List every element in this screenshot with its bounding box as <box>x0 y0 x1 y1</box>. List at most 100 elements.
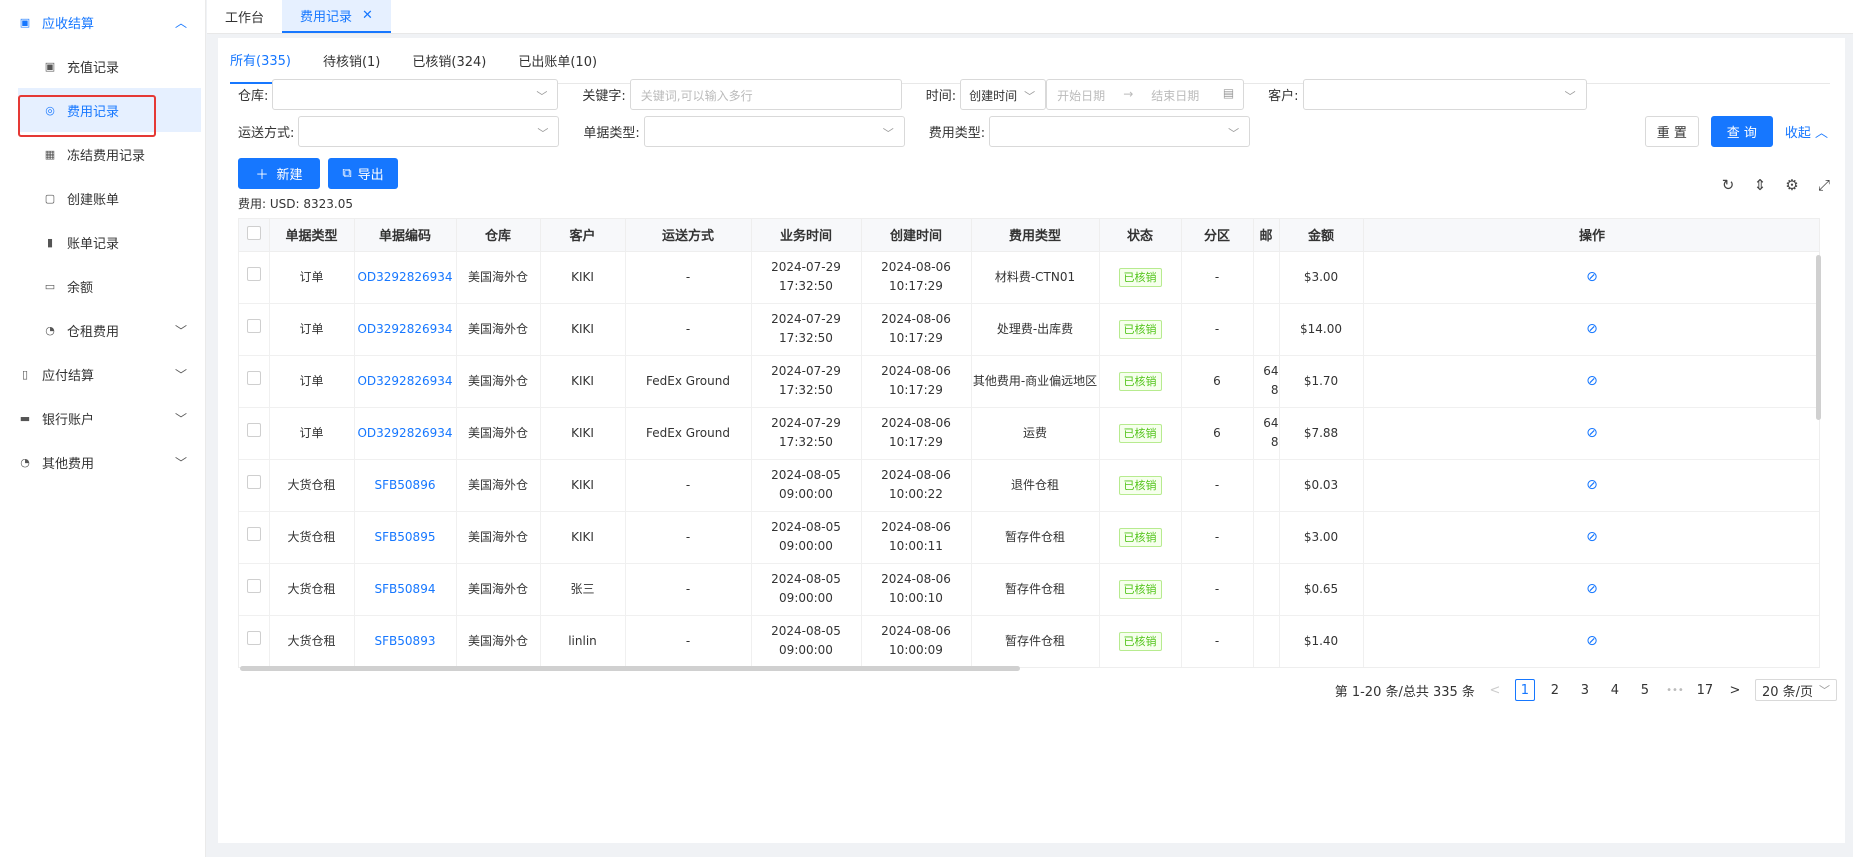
fee-summary: 费用: USD: 8323.05 <box>238 197 353 211</box>
checkbox[interactable] <box>246 225 261 240</box>
void-icon[interactable]: ⊘ <box>1586 269 1598 285</box>
date-range-picker[interactable]: 开始日期 → 结束日期 ▤ <box>1046 79 1245 110</box>
page-1-button[interactable]: 1 <box>1514 679 1535 701</box>
void-icon[interactable]: ⊘ <box>1586 321 1598 337</box>
select-all-header[interactable] <box>239 219 270 252</box>
close-icon[interactable]: ✕ <box>362 8 373 23</box>
row-select-cell[interactable] <box>239 355 270 408</box>
void-icon[interactable]: ⊘ <box>1586 425 1598 441</box>
doc-code-link[interactable]: OD3292826934 <box>354 303 457 356</box>
table-row[interactable]: 大货仓租 SFB50894 美国海外仓 张三 -2024-08-05 09:00:00 20… <box>239 563 1819 616</box>
table-row[interactable]: 订单 OD3292826934 美国海外仓 KIKI FedEx Ground 2024-… <box>239 407 1819 460</box>
void-icon[interactable]: ⊘ <box>1586 581 1598 597</box>
doc-code-link[interactable]: SFB50896 <box>354 459 457 512</box>
sidebar-group-receivable[interactable]: ▣ 应收结算 ︿ <box>0 0 205 44</box>
row-select-cell[interactable] <box>239 563 270 616</box>
fee-type-select[interactable]: ﹀ <box>989 116 1251 147</box>
checkbox[interactable] <box>246 319 261 333</box>
doc-type-select[interactable]: ﹀ <box>643 116 905 147</box>
status-badge: 已核销 <box>1118 423 1162 443</box>
start-date-input[interactable]: 开始日期 <box>1057 87 1105 103</box>
page-tabbar: 工作台 费用记录 ✕ <box>207 0 1853 34</box>
table-row[interactable]: 订单 OD3292826934 美国海外仓 KIKI -2024-07-29 17:32:… <box>239 251 1819 304</box>
export-button[interactable]: ⧉ 导出 <box>328 158 398 189</box>
sidebar-item-bill-records[interactable]: ▮ 账单记录 <box>0 220 205 264</box>
customer-select[interactable]: ﹀ <box>1302 79 1587 110</box>
row-select-cell[interactable] <box>239 251 270 304</box>
sidebar-group-bank[interactable]: ▬ 银行账户 ﹀ <box>0 396 205 440</box>
gear-icon[interactable]: ⚙ <box>1783 176 1801 194</box>
prev-page-button[interactable]: < <box>1485 679 1505 701</box>
checkbox[interactable] <box>246 527 261 541</box>
void-icon[interactable]: ⊘ <box>1586 529 1598 545</box>
page-size-select[interactable]: 20 条/页 ﹀ <box>1754 679 1837 701</box>
void-icon[interactable]: ⊘ <box>1586 477 1598 493</box>
end-date-input[interactable]: 结束日期 <box>1151 87 1199 103</box>
tab-all[interactable]: 所有(335) <box>230 38 291 84</box>
shipping-select[interactable]: ﹀ <box>298 116 560 147</box>
query-button[interactable]: 查 询 <box>1710 116 1773 147</box>
doc-code-link[interactable]: OD3292826934 <box>354 407 457 460</box>
checkbox[interactable] <box>246 371 261 385</box>
time-type-select[interactable]: 创建时间 ﹀ <box>960 79 1047 110</box>
doc-code-link[interactable]: SFB50895 <box>354 511 457 564</box>
row-select-cell[interactable] <box>239 303 270 356</box>
page-size-value: 20 条/页 <box>1761 684 1813 700</box>
checkbox[interactable] <box>246 475 261 489</box>
zip-cell <box>1253 615 1280 667</box>
sidebar-item-recharge[interactable]: ▣ 充值记录 <box>0 44 205 88</box>
tab-workbench[interactable]: 工作台 <box>207 0 282 33</box>
vertical-scrollbar[interactable] <box>1816 255 1821 420</box>
table-row[interactable]: 大货仓租 SFB50893 美国海外仓 linlin -2024-08-05 09:00:… <box>239 615 1819 667</box>
page-4-button[interactable]: 4 <box>1605 679 1625 701</box>
table-row[interactable]: 订单 OD3292826934 美国海外仓 KIKI FedEx Ground 2024-… <box>239 355 1819 408</box>
fullscreen-icon[interactable]: ⤢ <box>1815 176 1833 194</box>
sidebar-item-create-bill[interactable]: ▢ 创建账单 <box>0 176 205 220</box>
doc-code-link[interactable]: OD3292826934 <box>354 251 457 304</box>
sidebar-item-rent-fees[interactable]: ◔ 仓租费用 ﹀ <box>0 308 205 352</box>
keyword-input[interactable]: 关键词,可以输入多行 <box>629 79 902 110</box>
doc-code-link[interactable]: SFB50894 <box>354 563 457 616</box>
horizontal-scrollbar[interactable] <box>240 666 1020 671</box>
sidebar-item-balance[interactable]: ▭ 余额 <box>0 264 205 308</box>
table-row[interactable]: 大货仓租 SFB50895 美国海外仓 KIKI -2024-08-05 09:00:00… <box>239 511 1819 564</box>
table-row[interactable]: 订单 OD3292826934 美国海外仓 KIKI -2024-07-29 17:32:… <box>239 303 1819 356</box>
row-select-cell[interactable] <box>239 407 270 460</box>
checkbox[interactable] <box>246 423 261 437</box>
sidebar-item-frozen-fees[interactable]: ▦ 冻结费用记录 <box>0 132 205 176</box>
reset-button[interactable]: 重 置 <box>1644 116 1699 147</box>
customer-cell: KIKI <box>540 355 626 408</box>
page-3-button[interactable]: 3 <box>1575 679 1595 701</box>
tab-pending[interactable]: 待核销(1) <box>323 38 380 84</box>
void-icon[interactable]: ⊘ <box>1586 373 1598 389</box>
new-button[interactable]: ＋ 新建 <box>238 158 320 189</box>
void-icon[interactable]: ⊘ <box>1586 633 1598 649</box>
page-2-button[interactable]: 2 <box>1545 679 1565 701</box>
tab-billed[interactable]: 已出账单(10) <box>518 38 597 84</box>
warehouse-select[interactable]: ﹀ <box>272 79 559 110</box>
tab-fee-records[interactable]: 费用记录 ✕ <box>282 0 391 33</box>
page-5-button[interactable]: 5 <box>1635 679 1655 701</box>
checkbox[interactable] <box>246 631 261 645</box>
sidebar-group-other-fees[interactable]: ◔ 其他费用 ﹀ <box>0 440 205 484</box>
refresh-icon[interactable]: ↻ <box>1719 176 1737 194</box>
page-17-button[interactable]: 17 <box>1695 679 1715 701</box>
row-select-cell[interactable] <box>239 615 270 667</box>
doc-code-link[interactable]: SFB50893 <box>354 615 457 667</box>
create-date: 2024-08-06 <box>881 260 951 274</box>
sidebar-item-fee-records[interactable]: ◎ 费用记录 <box>18 88 201 132</box>
table-row[interactable]: 大货仓租 SFB50896 美国海外仓 KIKI -2024-08-05 09:00:00… <box>239 459 1819 512</box>
tab-verified[interactable]: 已核销(324) <box>412 38 486 84</box>
more-pages-ellipsis[interactable]: ••• <box>1665 679 1685 701</box>
checkbox[interactable] <box>246 579 261 593</box>
table-header-row: 单据类型 单据编码 仓库 客户 运送方式 业务时间 创建时间 费用类型 状态 分… <box>239 219 1819 252</box>
column-height-icon[interactable]: ⇕ <box>1751 176 1769 194</box>
doc-code-link[interactable]: OD3292826934 <box>354 355 457 408</box>
row-select-cell[interactable] <box>239 511 270 564</box>
sidebar-group-payable[interactable]: ▯ 应付结算 ﹀ <box>0 352 205 396</box>
row-select-cell[interactable] <box>239 459 270 512</box>
new-label: 新建 <box>276 168 303 183</box>
checkbox[interactable] <box>246 267 261 281</box>
next-page-button[interactable]: > <box>1725 679 1745 701</box>
collapse-link[interactable]: 收起 ︿ <box>1785 122 1828 141</box>
